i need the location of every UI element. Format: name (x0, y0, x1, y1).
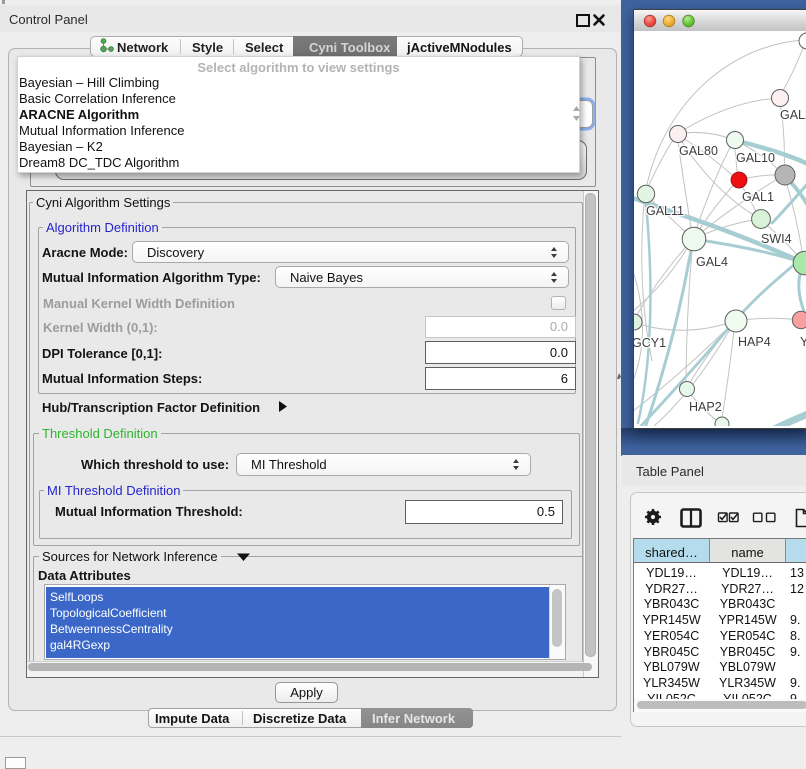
svg-text:GAL2: GAL2 (780, 108, 806, 122)
svg-text:SWI4: SWI4 (761, 232, 792, 246)
svg-text:Y: Y (800, 335, 806, 349)
svg-text:HAP2: HAP2 (689, 400, 722, 414)
svg-text:GAL10: GAL10 (736, 151, 775, 165)
svg-text:GAL1: GAL1 (742, 190, 774, 204)
svg-text:GAL4: GAL4 (696, 255, 728, 269)
svg-text:GAL80: GAL80 (679, 144, 718, 158)
svg-text:HAP4: HAP4 (738, 335, 771, 349)
svg-text:GCY1: GCY1 (634, 336, 666, 350)
svg-text:GAL11: GAL11 (646, 204, 684, 218)
